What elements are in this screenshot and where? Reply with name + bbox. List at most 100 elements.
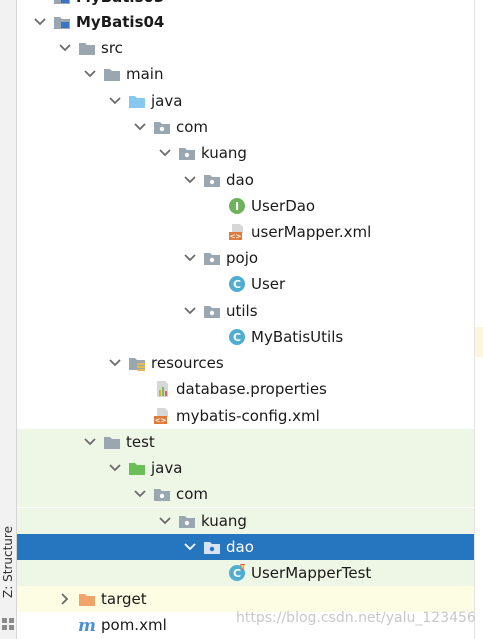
svg-text:m: m [78, 616, 96, 634]
test-class-icon: C [228, 564, 246, 582]
tree-row-java[interactable]: java [17, 88, 474, 114]
chevron-down-icon[interactable] [33, 15, 47, 29]
tree-item-label: com [176, 485, 209, 503]
test-source-folder-icon [128, 459, 146, 477]
properties-file-icon [153, 380, 171, 398]
tree-item-label: MyBatis04 [76, 13, 165, 31]
tree-row-utils[interactable]: utils [17, 298, 474, 324]
maven-file-icon: m [78, 616, 96, 636]
folder-icon [103, 65, 121, 83]
tree-row-usermapper-xml[interactable]: <> userMapper.xml [17, 219, 474, 245]
module-folder-icon [53, 0, 71, 6]
package-icon [203, 171, 221, 189]
tree-row-main[interactable]: main [17, 61, 474, 87]
svg-text:<>: <> [230, 233, 242, 241]
tree-item-label: pom.xml [101, 616, 167, 634]
tree-item-label: userMapper.xml [251, 223, 372, 241]
chevron-down-icon[interactable] [133, 120, 147, 134]
project-tree[interactable]: MyBatis03 MyBatis04 src main java com ku… [17, 0, 474, 639]
chevron-down-icon[interactable] [108, 94, 122, 108]
chevron-down-icon[interactable] [158, 146, 172, 160]
tree-row-test[interactable]: test [17, 429, 474, 455]
chevron-right-icon[interactable] [58, 592, 72, 606]
tree-row-com[interactable]: com [17, 114, 474, 140]
package-icon [153, 118, 171, 136]
tree-item-label: java [151, 459, 183, 477]
chevron-down-icon[interactable] [108, 356, 122, 370]
folder-icon [78, 39, 96, 57]
watermark-text: https://blog.csdn.net/yalu_123456 [236, 610, 476, 626]
tree-row-userdao[interactable]: I UserDao [17, 193, 474, 219]
tree-item-label: java [151, 92, 183, 110]
tree-item-label: kuang [201, 144, 247, 162]
chevron-down-icon[interactable] [133, 487, 147, 501]
resources-folder-icon [128, 354, 146, 372]
tree-row-mybatis04[interactable]: MyBatis04 [17, 9, 474, 35]
svg-text:C: C [233, 278, 241, 291]
package-icon [153, 485, 171, 503]
tree-row-mybatis-config-xml[interactable]: <> mybatis-config.xml [17, 403, 474, 429]
chevron-down-icon[interactable] [183, 304, 197, 318]
tree-row-kuang[interactable]: kuang [17, 140, 474, 166]
tree-row-kuang[interactable]: kuang [17, 508, 474, 534]
tree-item-label: com [176, 118, 209, 136]
panel-divider[interactable] [474, 0, 475, 639]
package-icon [178, 144, 196, 162]
tree-row-java[interactable]: java [17, 455, 474, 481]
tree-row-usermappertest[interactable]: C UserMapperTest [17, 560, 474, 586]
tree-row-dao[interactable]: dao [17, 534, 474, 560]
tool-window-grid-icon[interactable] [2, 618, 14, 630]
source-folder-icon [128, 92, 146, 110]
structure-tab-label: Z: Structure [1, 526, 15, 598]
chevron-down-icon[interactable] [183, 251, 197, 265]
class-icon: C [228, 328, 246, 346]
tree-row-mybatisutils[interactable]: C MyBatisUtils [17, 324, 474, 350]
class-icon: C [228, 275, 246, 293]
tree-item-label: UserDao [251, 197, 316, 215]
tree-row-user[interactable]: C User [17, 271, 474, 297]
chevron-down-icon[interactable] [158, 514, 172, 528]
package-icon [203, 249, 221, 267]
structure-tool-tab[interactable]: Z: Structure [0, 522, 16, 602]
tree-row-src[interactable]: src [17, 35, 474, 61]
chevron-down-icon[interactable] [83, 435, 97, 449]
tree-item-label: database.properties [176, 380, 327, 398]
tree-row-target[interactable]: target [17, 586, 474, 612]
tree-item-label: dao [226, 538, 254, 556]
xml-file-icon: <> [153, 407, 171, 425]
svg-text:C: C [233, 331, 241, 344]
tree-row-resources[interactable]: resources [17, 350, 474, 376]
package-icon [203, 302, 221, 320]
svg-text:C: C [233, 567, 241, 580]
tree-item-label: mybatis-config.xml [176, 407, 320, 425]
chevron-down-icon[interactable] [183, 173, 197, 187]
tree-item-label: test [126, 433, 155, 451]
tree-item-label: kuang [201, 512, 247, 530]
tree-item-label: User [251, 275, 286, 293]
tree-item-label: pojo [226, 249, 259, 267]
editor-edge-highlight [475, 327, 483, 357]
chevron-down-icon[interactable] [183, 540, 197, 554]
tree-row-com[interactable]: com [17, 481, 474, 507]
chevron-down-icon[interactable] [58, 41, 72, 55]
tree-item-label: resources [151, 354, 224, 372]
tree-item-label: MyBatis03 [76, 0, 164, 6]
tree-row-database-properties[interactable]: database.properties [17, 376, 474, 402]
xml-file-icon: <> [228, 223, 246, 241]
tree-row-dao[interactable]: dao [17, 167, 474, 193]
tree-row-pojo[interactable]: pojo [17, 245, 474, 271]
tree-item-label: main [126, 65, 164, 83]
tree-item-label: MyBatisUtils [251, 328, 344, 346]
tree-item-label: utils [226, 302, 258, 320]
chevron-down-icon[interactable] [108, 461, 122, 475]
package-icon [178, 512, 196, 530]
svg-text:<>: <> [155, 417, 167, 425]
tree-item-label: src [101, 39, 123, 57]
folder-icon [103, 433, 121, 451]
package-icon [203, 538, 221, 556]
tree-item-label: target [101, 590, 147, 608]
tree-item-label: UserMapperTest [251, 564, 372, 582]
excluded-folder-icon [78, 590, 96, 608]
svg-text:I: I [235, 200, 239, 213]
chevron-down-icon[interactable] [83, 67, 97, 81]
